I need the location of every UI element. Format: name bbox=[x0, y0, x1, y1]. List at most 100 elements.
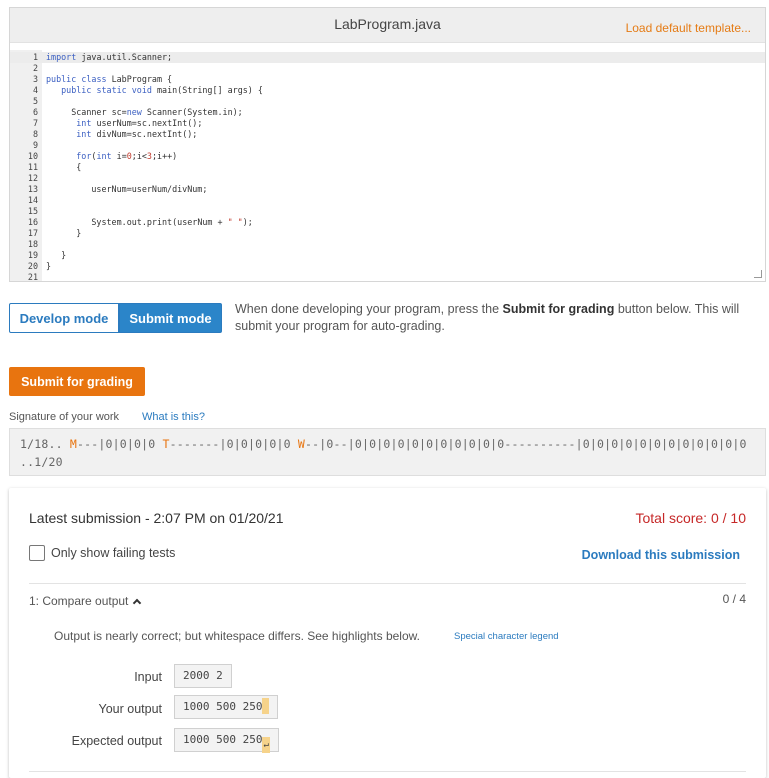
special-character-legend-link[interactable]: Special character legend bbox=[454, 631, 559, 642]
code-line[interactable]: 13 userNum=userNum/divNum; bbox=[10, 184, 765, 195]
code-text: System.out.print(userNum + " "); bbox=[91, 217, 253, 227]
code-text: public static void main(String[] args) { bbox=[61, 85, 263, 95]
expected-output-value: 1000 500 250↵ bbox=[174, 728, 279, 753]
line-number: 14 bbox=[27, 195, 38, 205]
line-number: 6 bbox=[32, 107, 38, 117]
code-text: int userNum=sc.nextInt(); bbox=[76, 118, 203, 128]
test-score: 0 / 4 bbox=[722, 592, 746, 606]
code-line[interactable]: 20} bbox=[10, 261, 765, 272]
latest-submission-text: Latest submission - 2:07 PM on 01/20/21 bbox=[29, 510, 284, 526]
code-line[interactable]: 15 bbox=[10, 206, 765, 217]
whitespace-highlight bbox=[262, 698, 270, 714]
load-default-template-link[interactable]: Load default template... bbox=[626, 21, 751, 35]
sig-part-3: -------|0|0|0|0|0 bbox=[169, 437, 298, 451]
input-label: Input bbox=[134, 670, 162, 684]
sig-part-1: 1/18.. bbox=[20, 437, 70, 451]
code-text: { bbox=[46, 162, 82, 172]
line-number: 2 bbox=[32, 63, 38, 73]
return-icon: ↵ bbox=[262, 737, 270, 753]
chevron-up-icon[interactable] bbox=[133, 598, 142, 608]
signature-label: Signature of your work bbox=[9, 411, 120, 423]
code-line[interactable]: 9 bbox=[10, 140, 765, 151]
code-area[interactable]: 1 import java.util.Scanner; 2 3 public class… bbox=[10, 50, 765, 283]
code-text: } bbox=[46, 261, 52, 271]
code-line[interactable]: 12 bbox=[10, 173, 765, 184]
code-line[interactable]: 11 { bbox=[10, 162, 765, 173]
code-text: } bbox=[46, 228, 82, 238]
test-title: 1: Compare output bbox=[29, 594, 129, 608]
code-line[interactable]: 16 System.out.print(userNum + " "); bbox=[10, 217, 765, 228]
sig-marker-w: W bbox=[297, 437, 305, 451]
line-number: 10 bbox=[27, 151, 38, 161]
develop-mode-button[interactable]: Develop mode bbox=[9, 303, 119, 333]
code-line[interactable]: 21 bbox=[10, 272, 765, 283]
your-output-text: 1000 500 250 bbox=[183, 700, 263, 713]
code-line[interactable]: 2 bbox=[10, 63, 765, 74]
line-number: 1 bbox=[32, 52, 38, 62]
sig-part-2: ---|0|0|0|0 bbox=[77, 437, 163, 451]
line-number: 19 bbox=[27, 250, 38, 260]
line-number: 11 bbox=[27, 162, 38, 172]
submit-for-grading-button[interactable]: Submit for grading bbox=[9, 367, 145, 396]
total-score: Total score: 0 / 10 bbox=[635, 510, 746, 526]
test-message: Output is nearly correct; but whitespace… bbox=[54, 629, 420, 643]
editor-header: LabProgram.java Load default template... bbox=[10, 8, 765, 43]
divider bbox=[29, 583, 746, 584]
line-number: 13 bbox=[27, 184, 38, 194]
line-number: 18 bbox=[27, 239, 38, 249]
line-number: 20 bbox=[27, 261, 38, 271]
code-text: for(int i=0;i<3;i++) bbox=[76, 151, 178, 161]
line-number: 9 bbox=[32, 140, 38, 150]
input-value: 2000 2 bbox=[174, 664, 232, 688]
code-line[interactable]: 6 Scanner sc=new Scanner(System.in); bbox=[10, 107, 765, 118]
line-number: 16 bbox=[27, 217, 38, 227]
code-line[interactable]: 4 public static void main(String[] args)… bbox=[10, 85, 765, 96]
what-is-this-link[interactable]: What is this? bbox=[142, 411, 205, 423]
code-line[interactable]: 3 public class LabProgram { bbox=[10, 74, 765, 85]
code-line[interactable]: 19 } bbox=[10, 250, 765, 261]
download-submission-link[interactable]: Download this submission bbox=[582, 548, 740, 562]
line-number: 8 bbox=[32, 129, 38, 139]
code-text: public class LabProgram { bbox=[46, 74, 173, 84]
divider-bottom bbox=[29, 771, 746, 772]
line-number: 5 bbox=[32, 96, 38, 106]
results-panel: Latest submission - 2:07 PM on 01/20/21 … bbox=[9, 488, 766, 778]
submit-mode-button[interactable]: Submit mode bbox=[119, 303, 222, 333]
only-failing-toggle[interactable]: Only show failing tests bbox=[29, 545, 175, 561]
expected-output-text: 1000 500 250 bbox=[183, 733, 263, 746]
code-line[interactable]: 14 bbox=[10, 195, 765, 206]
only-failing-label: Only show failing tests bbox=[51, 546, 176, 560]
code-text: } bbox=[46, 250, 67, 260]
code-text: int divNum=sc.nextInt(); bbox=[76, 129, 198, 139]
code-line[interactable]: 17 } bbox=[10, 228, 765, 239]
mode-desc-pre: When done developing your program, press… bbox=[235, 302, 503, 316]
only-failing-checkbox[interactable] bbox=[29, 545, 45, 561]
line-number: 7 bbox=[32, 118, 38, 128]
line-number: 17 bbox=[27, 228, 38, 238]
code-line[interactable]: 10 for(int i=0;i<3;i++) bbox=[10, 151, 765, 162]
code-editor-panel: LabProgram.java Load default template...… bbox=[9, 7, 766, 282]
code-text: import java.util.Scanner; bbox=[46, 52, 173, 62]
sig-marker-t: T bbox=[162, 437, 170, 451]
line-number: 15 bbox=[27, 206, 38, 216]
sig-marker-m: M bbox=[69, 437, 77, 451]
signature-box: 1/18.. M---|0|0|0|0 T-------|0|0|0|0|0 W… bbox=[9, 428, 766, 476]
code-line[interactable]: 18 bbox=[10, 239, 765, 250]
code-line[interactable]: 5 bbox=[10, 96, 765, 107]
resize-handle-icon[interactable] bbox=[754, 270, 762, 278]
line-number: 12 bbox=[27, 173, 38, 183]
your-output-label: Your output bbox=[98, 702, 162, 716]
mode-description: When done developing your program, press… bbox=[235, 301, 755, 335]
mode-desc-bold: Submit for grading bbox=[502, 302, 615, 316]
code-line[interactable]: 1 import java.util.Scanner; bbox=[10, 52, 765, 63]
line-number: 3 bbox=[32, 74, 38, 84]
your-output-value: 1000 500 250 bbox=[174, 695, 279, 719]
line-number: 21 bbox=[27, 272, 38, 282]
line-number: 4 bbox=[32, 85, 38, 95]
code-text: Scanner sc=new Scanner(System.in); bbox=[71, 107, 243, 117]
mode-toggle: Develop mode Submit mode bbox=[9, 303, 222, 333]
code-text: userNum=userNum/divNum; bbox=[91, 184, 208, 194]
code-line[interactable]: 8 int divNum=sc.nextInt(); bbox=[10, 129, 765, 140]
test-header[interactable]: 1: Compare output bbox=[29, 594, 142, 608]
code-line[interactable]: 7 int userNum=sc.nextInt(); bbox=[10, 118, 765, 129]
